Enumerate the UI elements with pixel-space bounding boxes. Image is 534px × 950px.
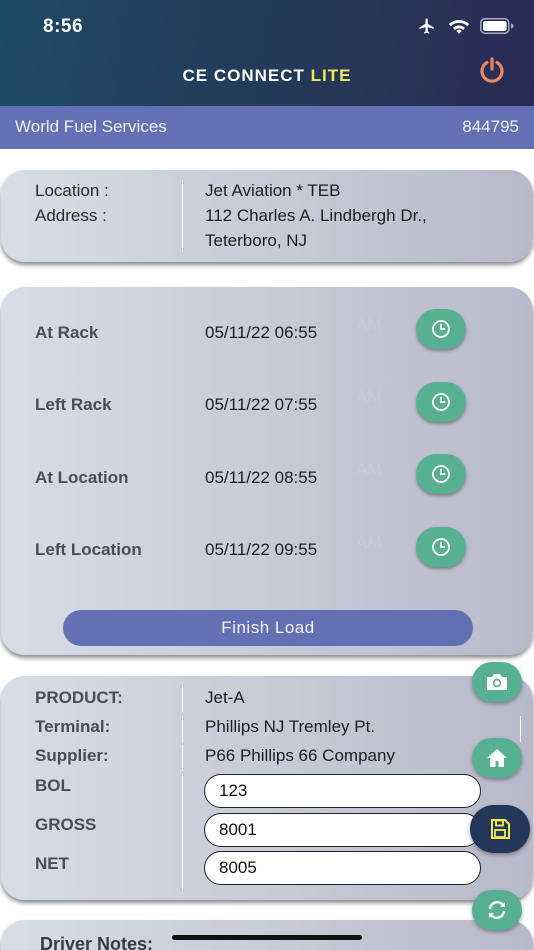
airplane-icon [419, 18, 434, 34]
camera-icon [487, 674, 507, 690]
address-line-1: 112 Charles A. Lindbergh Dr., [205, 206, 427, 225]
app-title: CE CONNECT LITE [0, 66, 534, 86]
at-location-time: 05/11/22 08:55 [205, 468, 318, 487]
clock-icon [432, 393, 450, 411]
location-value: Jet Aviation * TEB [205, 181, 341, 200]
app-title-main: CE CONNECT [182, 66, 305, 85]
left-rack-time: 05/11/22 07:55 [205, 395, 318, 414]
divider [182, 745, 183, 771]
at-rack-time: 05/11/22 06:55 [205, 323, 318, 342]
at-rack-clock-button[interactable] [416, 309, 466, 349]
app-title-accent: LITE [310, 66, 352, 85]
left-location-time: 05/11/22 09:55 [205, 540, 318, 559]
terminal-label: Terminal: [35, 717, 111, 736]
divider [182, 716, 183, 742]
location-label: Location : [35, 181, 109, 200]
supplier-value: P66 Phillips 66 Company [205, 746, 395, 765]
product-label: PRODUCT: [35, 688, 123, 707]
left-rack-clock-button[interactable] [416, 382, 466, 422]
load-number: 844795 [462, 117, 519, 136]
finish-load-button[interactable]: Finish Load [63, 610, 473, 646]
at-rack-label: At Rack [35, 323, 99, 342]
at-location-label: At Location [35, 468, 129, 487]
clock-icon [432, 465, 450, 483]
terminal-value: Phillips NJ Tremley Pt. [205, 717, 376, 736]
time-ghost-text: AM [356, 460, 382, 479]
divider [520, 716, 521, 742]
product-card: PRODUCT: Terminal: Supplier: BOL GROSS N… [1, 676, 533, 900]
divider [182, 686, 183, 712]
divider [182, 180, 183, 252]
refresh-button[interactable] [472, 890, 522, 930]
time-ghost-text: AM [356, 387, 382, 406]
location-card: Location : Address : Jet Aviation * TEB … [1, 170, 533, 262]
battery-icon [480, 18, 514, 34]
camera-button[interactable] [472, 662, 522, 702]
company-bar: World Fuel Services 844795 [0, 106, 534, 149]
times-card: At Rack AM 05/11/22 06:55 Left Rack AM 0… [1, 287, 533, 655]
save-button[interactable] [470, 805, 530, 853]
address-line-2: Teterboro, NJ [205, 231, 308, 250]
left-location-clock-button[interactable] [416, 527, 466, 567]
driver-notes-label: Driver Notes: [40, 934, 154, 950]
net-label: NET [35, 854, 69, 873]
left-rack-label: Left Rack [35, 395, 112, 414]
power-icon [480, 57, 504, 83]
time-ghost-text: AM [356, 315, 382, 334]
clock-icon [432, 538, 450, 556]
left-location-label: Left Location [35, 540, 142, 559]
at-location-clock-button[interactable] [416, 454, 466, 494]
product-value: Jet-A [205, 688, 245, 707]
save-icon [491, 819, 510, 839]
home-indicator [172, 935, 362, 940]
refresh-icon [488, 901, 506, 919]
clock-icon [432, 320, 450, 338]
power-button[interactable] [478, 56, 506, 89]
address-label: Address : [35, 206, 107, 225]
bol-input[interactable]: 123 [204, 774, 481, 808]
bol-label: BOL [35, 776, 71, 795]
wifi-icon [448, 19, 470, 34]
app-header: 8:56 CE CONNECT LITE [0, 0, 534, 106]
home-icon [487, 749, 507, 767]
supplier-label: Supplier: [35, 746, 109, 765]
status-time: 8:56 [43, 16, 84, 37]
time-ghost-text: AM [356, 533, 382, 552]
net-input[interactable]: 8005 [204, 851, 481, 885]
gross-label: GROSS [35, 815, 97, 834]
status-icons [416, 17, 514, 35]
home-button[interactable] [472, 738, 522, 778]
divider [182, 774, 183, 890]
company-name: World Fuel Services [15, 117, 167, 136]
gross-input[interactable]: 8001 [204, 813, 481, 847]
